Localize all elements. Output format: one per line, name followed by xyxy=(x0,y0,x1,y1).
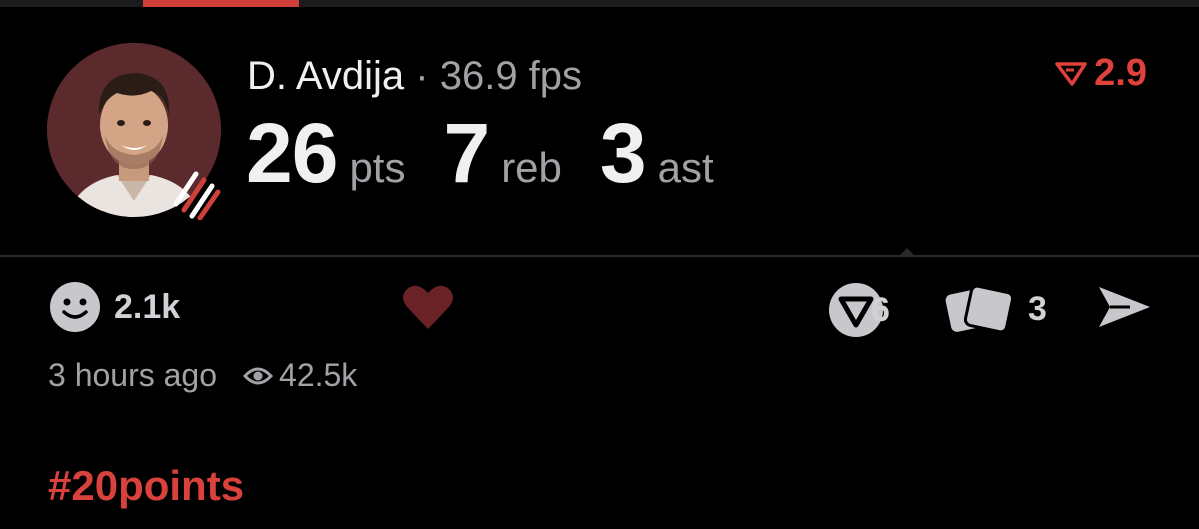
post-meta: 3 hours ago 42.5k xyxy=(48,357,357,394)
smiley-icon xyxy=(50,282,100,332)
eye-icon xyxy=(243,367,274,384)
active-tab-indicator xyxy=(143,0,299,7)
votes-button[interactable]: 6 xyxy=(827,281,890,339)
reaction-button[interactable]: 2.1k xyxy=(48,280,180,334)
cards-button[interactable]: 3 xyxy=(944,281,1047,337)
views-value: 42.5k xyxy=(279,357,358,393)
stat-line: 26 pts 7 reb 3 ast xyxy=(246,108,752,198)
heart-icon[interactable] xyxy=(401,283,455,331)
reaction-count: 2.1k xyxy=(114,287,181,326)
rebounds-label: reb xyxy=(501,144,562,191)
hashtag-link[interactable]: #20points xyxy=(48,462,244,510)
divider-notch xyxy=(899,248,915,256)
team-logo-icon xyxy=(173,171,221,220)
view-count: 42.5k xyxy=(243,357,357,394)
points-label: pts xyxy=(349,144,406,191)
timestamp: 3 hours ago xyxy=(48,357,218,393)
action-bar: 2.1k 6 3 xyxy=(0,275,1199,337)
cards-icon xyxy=(945,284,1015,334)
votes-count: 6 xyxy=(871,290,890,329)
points-value: 26 xyxy=(246,106,338,200)
cards-count: 3 xyxy=(1028,289,1047,328)
send-icon[interactable] xyxy=(1096,283,1152,331)
score-badge[interactable]: 2.9 xyxy=(1054,52,1147,95)
assists-label: ast xyxy=(657,144,714,191)
divider xyxy=(0,255,1199,257)
separator-dot: · xyxy=(415,54,429,98)
player-name[interactable]: D. Avdija xyxy=(247,54,404,98)
assists-value: 3 xyxy=(599,106,647,200)
player-header: D. Avdija · 36.9 fps xyxy=(247,52,582,100)
triangle-flag-icon xyxy=(1055,61,1087,86)
rebounds-value: 7 xyxy=(443,106,490,200)
fantasy-points: 36.9 fps xyxy=(439,54,583,98)
score-value: 2.9 xyxy=(1094,52,1147,94)
